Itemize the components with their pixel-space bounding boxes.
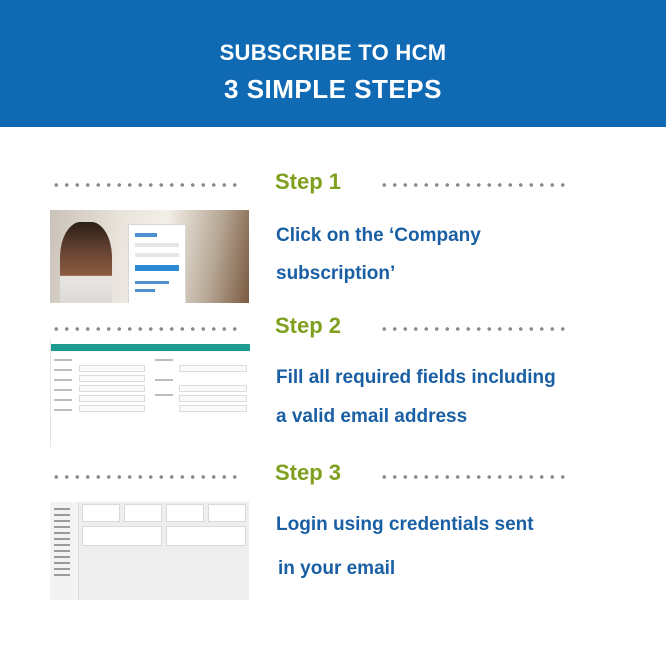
- step1-dots-left: [51, 182, 241, 188]
- step3-text-line2: in your email: [278, 558, 396, 579]
- header-subtitle: 3 SIMPLE STEPS: [224, 74, 442, 104]
- step3-dots-right: [379, 474, 569, 480]
- step1-title: Step 1: [275, 169, 342, 194]
- step2-thumbnail: [50, 339, 250, 447]
- step2-text-line2: a valid email address: [276, 406, 468, 427]
- header-title: SUBSCRIBE TO HCM: [219, 40, 447, 65]
- dashboard-sidebar: [50, 502, 79, 600]
- step2-title: Step 2: [275, 313, 342, 338]
- login-card: [128, 224, 186, 303]
- step1-text-line2: subscription’: [276, 263, 396, 284]
- step3-text-line1: Login using credentials sent: [276, 514, 534, 535]
- dashboard-main: [79, 502, 249, 600]
- step3-title: Step 3: [275, 460, 342, 485]
- step3-thumbnail: [50, 490, 249, 603]
- step2-dots-right: [379, 326, 569, 332]
- step1-dots-right: [379, 182, 569, 188]
- step1-thumbnail: [50, 202, 249, 303]
- step2-text-line1: Fill all required fields including: [276, 367, 556, 388]
- form-header-bar: [51, 344, 250, 351]
- header-banner: SUBSCRIBE TO HCM 3 SIMPLE STEPS: [0, 0, 666, 127]
- woman-photo: [60, 222, 112, 303]
- step1-text-line1: Click on the ‘Company: [276, 225, 481, 246]
- step2-dots-left: [51, 326, 241, 332]
- step3-dots-left: [51, 474, 241, 480]
- login-nav-bar: [50, 202, 249, 210]
- login-hero-image: [50, 210, 249, 303]
